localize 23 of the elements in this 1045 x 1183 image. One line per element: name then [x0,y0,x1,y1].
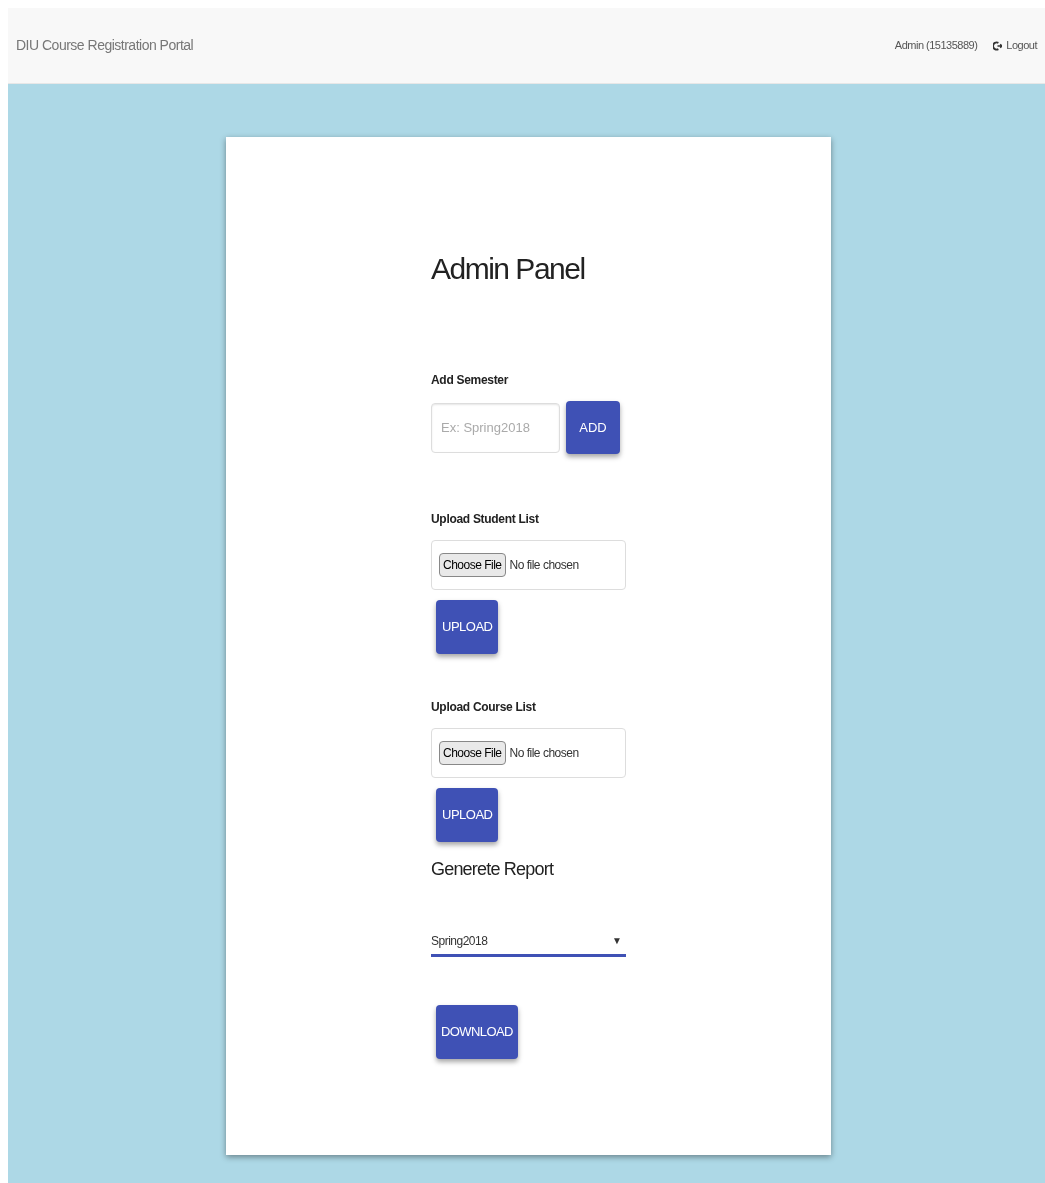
upload-label: Upload Course List [431,699,537,716]
user-label: Admin (15135889) [894,38,978,54]
add-semester-label: Add Semester [431,372,510,389]
report-title: Generete Report [431,858,555,881]
upload-label: Upload Student List [431,511,540,528]
file-status: No file chosen [509,557,579,574]
dropdown-arrow: ▼ [612,934,622,948]
add-button[interactable]: ADD [566,401,620,454]
file-status: No file chosen [509,745,579,762]
select-value: Spring2018 [431,932,488,950]
upload-button[interactable]: UPLOAD [436,788,499,842]
file-input[interactable]: Choose File No file chosen [431,728,626,778]
download-button[interactable]: DOWNLOAD [436,1005,518,1059]
semester-select[interactable]: Spring2018 ▼ [431,927,626,957]
logout-icon [993,40,1003,51]
choose-file-button[interactable]: Choose File [439,741,506,765]
file-input[interactable]: Choose File No file chosen [431,540,626,590]
logout-link[interactable]: Logout [993,37,1037,54]
choose-file-button[interactable]: Choose File [439,553,506,577]
brand-title[interactable]: DIU Course Registration Portal [16,35,194,56]
upload-button[interactable]: UPLOAD [436,600,499,654]
panel-title: Admin Panel [431,251,586,287]
semester-field[interactable]: Ex: Spring2018 [431,402,560,453]
